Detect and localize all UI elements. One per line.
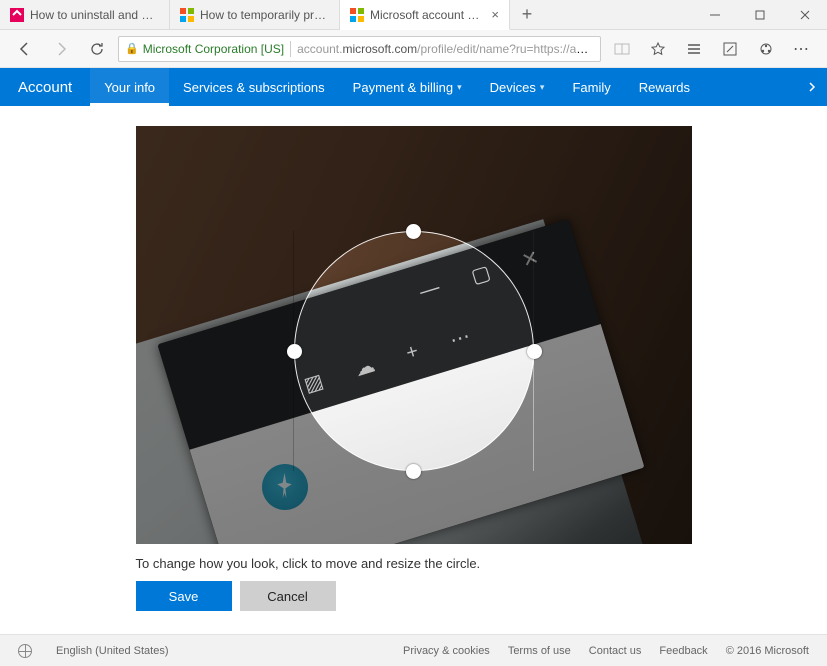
crop-handle-bottom[interactable] [406,464,421,479]
footer-copyright: © 2016 Microsoft [726,645,809,657]
globe-icon [18,644,32,658]
account-brand[interactable]: Account [0,68,90,106]
favicon-pureinfotech [10,8,24,22]
chevron-down-icon: ▾ [457,82,462,93]
tab-2-label: Microsoft account | You [370,8,479,22]
more-button[interactable]: ⋯ [787,34,817,64]
crop-dim [534,231,692,471]
address-bar[interactable]: 🔒 Microsoft Corporation [US] account.mic… [118,36,601,62]
nav-scroll-right[interactable] [797,68,827,106]
footer-link-feedback[interactable]: Feedback [659,645,707,657]
favorite-button[interactable] [643,34,673,64]
picture-crop-area[interactable]: — ▢ ✕ ▨ ☁ + ⋯ [136,126,692,544]
window-maximize-button[interactable] [737,0,782,29]
hub-button[interactable] [679,34,709,64]
window-close-button[interactable] [782,0,827,29]
crop-handle-right[interactable] [527,344,542,359]
nav-devices[interactable]: Devices▾ [476,68,559,106]
crop-dim [136,471,692,544]
nav-your-info[interactable]: Your info [90,68,169,106]
nav-payment[interactable]: Payment & billing▾ [339,68,476,106]
window-titlebar: How to uninstall and block How to tempor… [0,0,827,30]
crop-dim [136,231,294,471]
reading-view-button[interactable] [607,34,637,64]
tab-1-label: How to temporarily prevent [200,8,329,22]
chevron-down-icon: ▾ [540,82,545,93]
tab-2-close-icon[interactable]: × [491,7,499,22]
nav-rewards[interactable]: Rewards [625,68,704,106]
share-button[interactable] [751,34,781,64]
browser-toolbar: 🔒 Microsoft Corporation [US] account.mic… [0,30,827,68]
page-footer: English (United States) Privacy & cookie… [0,634,827,666]
forward-button[interactable] [46,34,76,64]
lock-icon: 🔒 [125,42,139,55]
crop-handle-top[interactable] [406,224,421,239]
window-minimize-button[interactable] [692,0,737,29]
nav-family[interactable]: Family [558,68,624,106]
account-nav: Account Your info Services & subscriptio… [0,68,827,106]
crop-circle[interactable] [294,231,534,471]
save-button[interactable]: Save [136,581,232,611]
editor-hint-text: To change how you look, click to move an… [136,556,692,571]
footer-link-contact[interactable]: Contact us [589,645,642,657]
tab-1[interactable]: How to temporarily prevent [170,0,340,29]
tab-0[interactable]: How to uninstall and block [0,0,170,29]
nav-services[interactable]: Services & subscriptions [169,68,339,106]
refresh-button[interactable] [82,34,112,64]
tab-2[interactable]: Microsoft account | You × [340,0,510,30]
new-tab-button[interactable]: + [510,0,544,29]
back-button[interactable] [10,34,40,64]
tab-0-label: How to uninstall and block [30,8,159,22]
window-controls [692,0,827,29]
footer-link-terms[interactable]: Terms of use [508,645,571,657]
footer-link-privacy[interactable]: Privacy & cookies [403,645,490,657]
tab-strip: How to uninstall and block How to tempor… [0,0,544,29]
ev-cert-label: Microsoft Corporation [US] [143,42,284,56]
footer-language[interactable]: English (United States) [56,645,169,657]
cancel-button[interactable]: Cancel [240,581,336,611]
addr-separator [290,41,291,57]
profile-picture-editor: — ▢ ✕ ▨ ☁ + ⋯ [0,106,827,611]
favicon-microsoft-1 [180,8,194,22]
web-notes-button[interactable] [715,34,745,64]
url-text: account.microsoft.com/profile/edit/name?… [297,42,594,56]
crop-dim [136,126,692,231]
editor-buttons: Save Cancel [136,581,692,611]
crop-handle-left[interactable] [287,344,302,359]
favicon-microsoft-2 [350,8,364,22]
